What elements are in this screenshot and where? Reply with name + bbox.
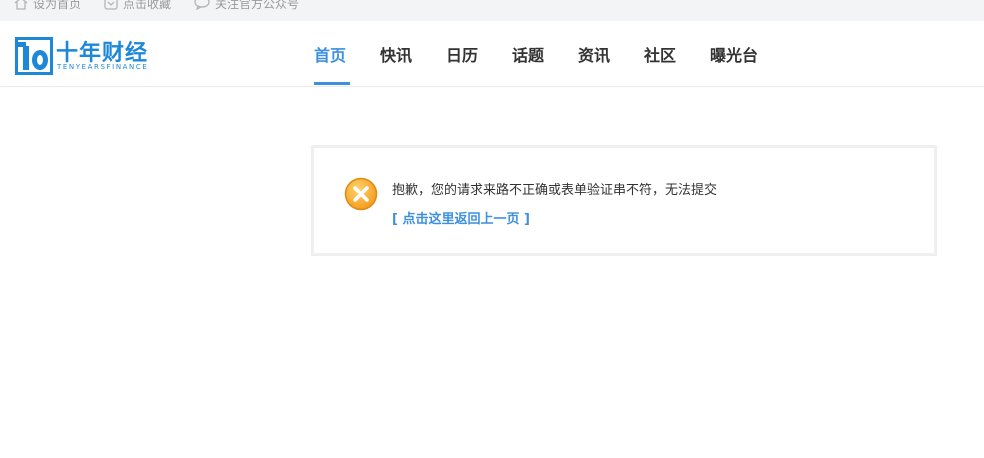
set-homepage-link[interactable]: 设为首页 [14, 0, 81, 12]
nav-news[interactable]: 资讯 [578, 42, 610, 66]
nav-topics[interactable]: 话题 [512, 42, 544, 66]
add-favorite-link[interactable]: 点击收藏 [104, 0, 171, 12]
nav-active-indicator [314, 82, 350, 85]
error-icon [344, 177, 378, 211]
logo-english-name: TENYEARSFINANCE [57, 63, 149, 71]
nav-calendar[interactable]: 日历 [446, 42, 478, 66]
top-utility-bar: 设为首页 点击收藏 关注官方公众号 [0, 0, 984, 21]
wechat-icon [194, 0, 210, 10]
set-homepage-label: 设为首页 [33, 0, 82, 11]
error-message-text: 抱歉，您的请求来路不正确或表单验证串不符，无法提交 [392, 183, 718, 198]
nav-flash[interactable]: 快讯 [380, 42, 412, 66]
go-back-link[interactable]: [ 点击这里返回上一页 ] [392, 208, 530, 227]
site-logo[interactable]: 十年财经 TENYEARSFINANCE [15, 36, 150, 76]
nav-community[interactable]: 社区 [644, 42, 676, 66]
follow-wechat-label: 关注官方公众号 [215, 0, 300, 11]
follow-wechat-link[interactable]: 关注官方公众号 [194, 0, 299, 12]
error-message-box: 抱歉，您的请求来路不正确或表单验证串不符，无法提交 [ 点击这里返回上一页 ] [311, 145, 937, 256]
nav-exposure[interactable]: 曝光台 [710, 42, 758, 66]
nav-home[interactable]: 首页 [314, 42, 346, 66]
site-header: 十年财经 TENYEARSFINANCE 首页 快讯 日历 话题 资讯 社区 曝… [0, 21, 984, 87]
home-icon [14, 0, 28, 10]
favorite-icon [104, 0, 118, 10]
add-favorite-label: 点击收藏 [123, 0, 172, 11]
logo-mark-icon [15, 37, 53, 75]
